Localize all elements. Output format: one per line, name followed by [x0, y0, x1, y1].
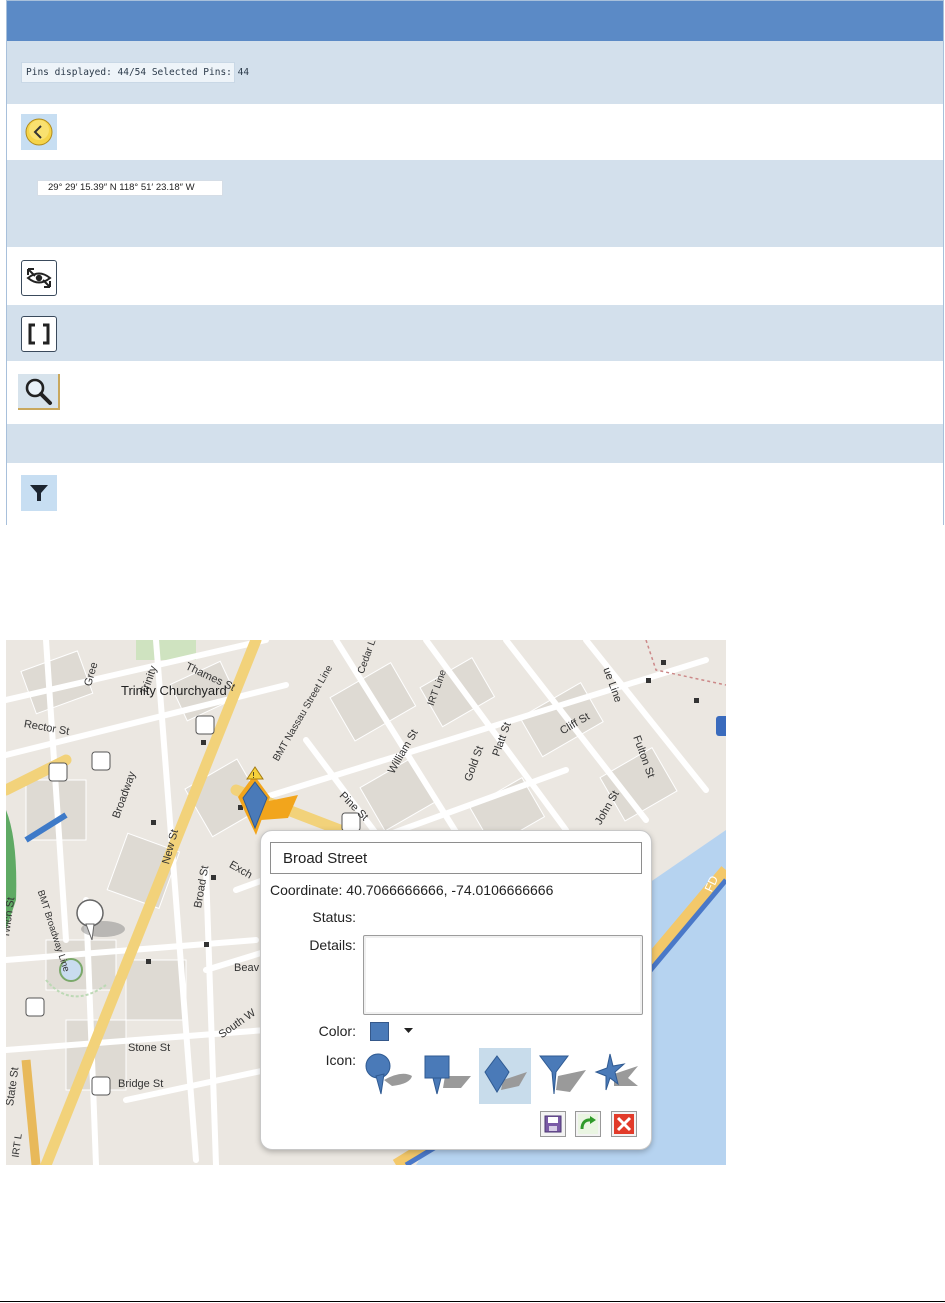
- pin-square-shape: [424, 1055, 471, 1095]
- coordinate-value: 40.7066666666, -74.0106666666: [346, 882, 554, 898]
- table-row-pins-status: Pins displayed: 44/54 Selected Pins: 44: [7, 41, 943, 104]
- page-bottom-rule: [0, 1301, 945, 1302]
- pin-diamond-shape: [484, 1055, 527, 1093]
- svg-text:!: !: [252, 771, 255, 780]
- coordinate-label: Coordinate:: [270, 882, 343, 898]
- pin-triangle-icon[interactable]: [536, 1048, 588, 1104]
- redo-arrow-icon: [578, 1114, 598, 1134]
- pin-edit-popup: Coordinate: 40.7066666666, -74.010666666…: [260, 830, 652, 1150]
- icon-label: Icon:: [325, 1052, 356, 1068]
- street-label-stone: Stone St: [128, 1042, 171, 1054]
- table-row-view: [7, 247, 943, 305]
- street-label-beaver: Beav: [234, 962, 260, 974]
- table-row-filter: [7, 463, 943, 525]
- chevron-left-icon: [25, 118, 53, 146]
- selection-bracket-button[interactable]: [21, 316, 57, 352]
- delete-button[interactable]: [611, 1111, 637, 1137]
- pin-star-icon[interactable]: [592, 1048, 644, 1104]
- tool-reference-table: Pins displayed: 44/54 Selected Pins: 44 …: [6, 0, 944, 525]
- map-view[interactable]: ! Gree Trinity Thames St Trinity Churchy…: [6, 640, 726, 1165]
- table-header-row: [7, 1, 943, 41]
- floppy-disk-icon: [544, 1115, 562, 1133]
- filter-funnel-icon: [30, 485, 48, 501]
- back-button[interactable]: [21, 114, 57, 150]
- table-row-search: [7, 361, 943, 424]
- table-row-back: [7, 104, 943, 160]
- table-row-select: [7, 305, 943, 361]
- pin-round-icon[interactable]: [362, 1048, 414, 1104]
- pins-status-display: Pins displayed: 44/54 Selected Pins: 44: [21, 62, 249, 83]
- refresh-button[interactable]: [575, 1111, 601, 1137]
- details-label: Details:: [309, 937, 356, 953]
- pin-title-input[interactable]: [270, 842, 642, 874]
- pin-triangle-shape: [539, 1055, 586, 1095]
- status-label: Status:: [312, 909, 356, 925]
- pin-diamond-icon[interactable]: [479, 1048, 531, 1104]
- street-label-trinity-churchyard: Trinity Churchyard: [121, 683, 227, 698]
- caret-down-icon[interactable]: [404, 1028, 413, 1034]
- table-row-empty: [7, 424, 943, 463]
- search-icon: [25, 378, 52, 405]
- color-label: Color:: [318, 1023, 356, 1039]
- table-row-coordinates: 29° 29′ 15.39″ N 118° 51′ 23.18″ W: [7, 160, 943, 247]
- eye-expand-icon: [26, 268, 52, 288]
- color-swatch[interactable]: [370, 1022, 389, 1041]
- brackets-icon: [28, 323, 50, 345]
- search-button[interactable]: [18, 374, 60, 410]
- save-button[interactable]: [540, 1111, 566, 1137]
- coordinate-line: Coordinate: 40.7066666666, -74.010666666…: [270, 882, 553, 898]
- zoom-to-view-button[interactable]: [21, 260, 57, 296]
- pin-square-icon[interactable]: [421, 1048, 473, 1104]
- details-textarea[interactable]: [363, 935, 643, 1015]
- close-icon: [614, 1114, 634, 1134]
- pin-star-shape: [594, 1053, 638, 1091]
- filter-button[interactable]: [21, 475, 57, 511]
- street-label-bridge: Bridge St: [118, 1078, 164, 1090]
- coordinate-readout: 29° 29′ 15.39″ N 118° 51′ 23.18″ W: [37, 180, 223, 196]
- pin-round-shape: [365, 1053, 412, 1095]
